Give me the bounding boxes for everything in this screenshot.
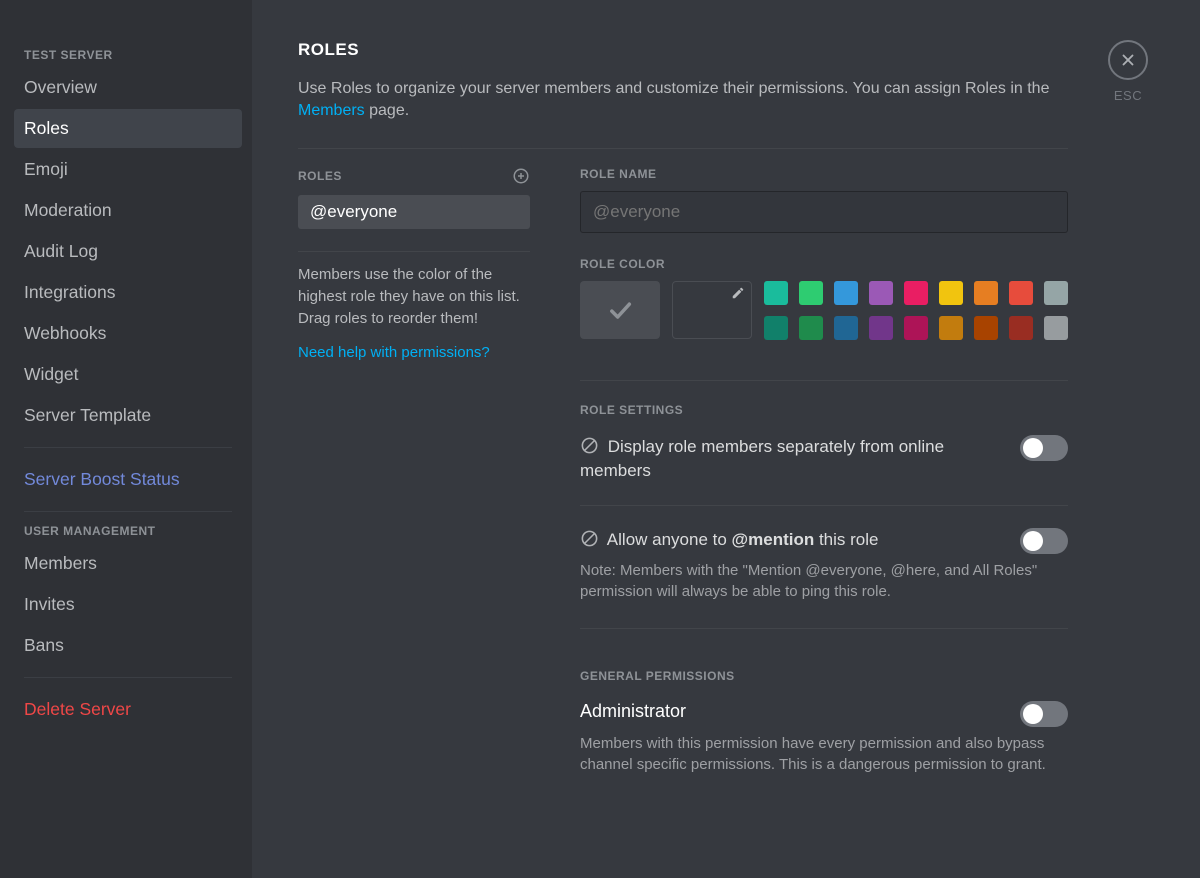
toggle-allow-mention[interactable] bbox=[1020, 528, 1068, 554]
esc-label: ESC bbox=[1114, 88, 1142, 103]
sidebar-separator bbox=[24, 511, 232, 512]
color-swatch-grid bbox=[764, 281, 1068, 340]
color-swatch[interactable] bbox=[904, 281, 928, 305]
add-role-icon[interactable] bbox=[512, 167, 530, 185]
color-swatch[interactable] bbox=[1044, 281, 1068, 305]
divider bbox=[580, 380, 1068, 381]
role-list-item-everyone[interactable]: @everyone bbox=[298, 195, 530, 229]
page-title: ROLES bbox=[298, 40, 1068, 60]
role-name-label: ROLE NAME bbox=[580, 167, 1068, 181]
permissions-help-link[interactable]: Need help with permissions? bbox=[298, 344, 490, 361]
roles-list-label-text: ROLES bbox=[298, 169, 342, 183]
color-swatch[interactable] bbox=[764, 281, 788, 305]
color-swatch[interactable] bbox=[834, 316, 858, 340]
color-swatch[interactable] bbox=[974, 316, 998, 340]
setting-allow-mention-after: this role bbox=[814, 530, 878, 549]
color-swatch[interactable] bbox=[869, 316, 893, 340]
sidebar-item-boost-status[interactable]: Server Boost Status bbox=[14, 460, 242, 499]
general-permissions-label: GENERAL PERMISSIONS bbox=[580, 669, 1068, 683]
role-color-label: ROLE COLOR bbox=[580, 257, 1068, 271]
color-swatch[interactable] bbox=[764, 316, 788, 340]
setting-display-separately: Display role members separately from onl… bbox=[580, 435, 1000, 483]
color-swatch[interactable] bbox=[834, 281, 858, 305]
permission-administrator-title: Administrator bbox=[580, 701, 686, 722]
color-default-swatch[interactable] bbox=[580, 281, 660, 339]
close-button[interactable] bbox=[1108, 40, 1148, 80]
color-swatch[interactable] bbox=[869, 281, 893, 305]
toggle-display-separately[interactable] bbox=[1020, 435, 1068, 461]
sidebar-separator bbox=[24, 447, 232, 448]
color-swatch[interactable] bbox=[939, 316, 963, 340]
sidebar-item-server-template[interactable]: Server Template bbox=[14, 396, 242, 435]
color-swatch[interactable] bbox=[1009, 281, 1033, 305]
settings-sidebar: TEST SERVER Overview Roles Emoji Moderat… bbox=[0, 0, 252, 878]
setting-allow-mention-bold: @mention bbox=[732, 530, 815, 549]
members-link[interactable]: Members bbox=[298, 102, 365, 119]
setting-allow-mention-note: Note: Members with the "Mention @everyon… bbox=[580, 560, 1068, 602]
toggle-administrator[interactable] bbox=[1020, 701, 1068, 727]
prohibit-icon bbox=[580, 529, 599, 548]
divider bbox=[580, 505, 1068, 506]
sidebar-item-widget[interactable]: Widget bbox=[14, 355, 242, 394]
sidebar-header-user-mgmt: USER MANAGEMENT bbox=[24, 524, 232, 538]
sidebar-item-overview[interactable]: Overview bbox=[14, 68, 242, 107]
role-settings-label: ROLE SETTINGS bbox=[580, 403, 1068, 417]
divider bbox=[298, 251, 530, 252]
sidebar-item-bans[interactable]: Bans bbox=[14, 626, 242, 665]
color-swatch[interactable] bbox=[1009, 316, 1033, 340]
sidebar-item-roles[interactable]: Roles bbox=[14, 109, 242, 148]
page-desc-text: Use Roles to organize your server member… bbox=[298, 80, 1049, 97]
sidebar-header-server: TEST SERVER bbox=[24, 48, 232, 62]
permission-administrator-note: Members with this permission have every … bbox=[580, 733, 1068, 775]
color-custom-swatch[interactable] bbox=[672, 281, 752, 339]
roles-list-label: ROLES bbox=[298, 167, 530, 185]
page-desc-text: page. bbox=[365, 102, 409, 119]
sidebar-item-audit-log[interactable]: Audit Log bbox=[14, 232, 242, 271]
color-swatch[interactable] bbox=[1044, 316, 1068, 340]
sidebar-item-delete-server[interactable]: Delete Server bbox=[14, 690, 242, 729]
prohibit-icon bbox=[580, 436, 599, 455]
sidebar-item-invites[interactable]: Invites bbox=[14, 585, 242, 624]
sidebar-item-moderation[interactable]: Moderation bbox=[14, 191, 242, 230]
sidebar-item-members[interactable]: Members bbox=[14, 544, 242, 583]
sidebar-item-emoji[interactable]: Emoji bbox=[14, 150, 242, 189]
roles-hint-text: Members use the color of the highest rol… bbox=[298, 264, 530, 330]
color-swatch[interactable] bbox=[974, 281, 998, 305]
pencil-icon bbox=[731, 286, 745, 300]
color-swatch[interactable] bbox=[799, 316, 823, 340]
color-swatch[interactable] bbox=[904, 316, 928, 340]
setting-display-separately-text: Display role members separately from onl… bbox=[580, 437, 944, 480]
setting-allow-mention-before: Allow anyone to bbox=[607, 530, 732, 549]
color-swatch[interactable] bbox=[799, 281, 823, 305]
sidebar-separator bbox=[24, 677, 232, 678]
divider bbox=[298, 148, 1068, 149]
setting-allow-mention: Allow anyone to @mention this role bbox=[580, 528, 878, 552]
divider bbox=[580, 628, 1068, 629]
main-content: ROLES Use Roles to organize your server … bbox=[252, 0, 1200, 878]
color-swatch[interactable] bbox=[939, 281, 963, 305]
sidebar-item-webhooks[interactable]: Webhooks bbox=[14, 314, 242, 353]
role-name-input[interactable] bbox=[580, 191, 1068, 233]
sidebar-item-integrations[interactable]: Integrations bbox=[14, 273, 242, 312]
page-description: Use Roles to organize your server member… bbox=[298, 78, 1068, 122]
